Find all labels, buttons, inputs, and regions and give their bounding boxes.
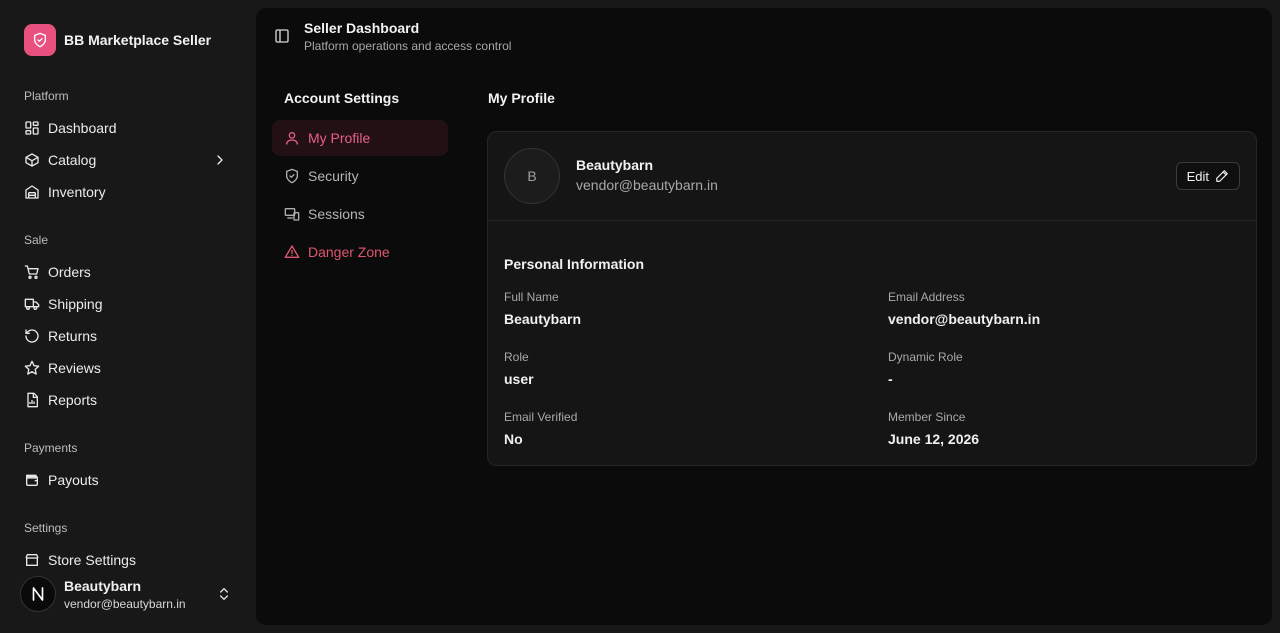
chevrons-up-down-icon: [220, 588, 228, 600]
settings-item-label: My Profile: [308, 130, 371, 146]
user-icon: [286, 132, 298, 145]
edit-button-label: Edit: [1186, 168, 1209, 184]
store-icon: [25, 554, 39, 566]
field-value: vendor@beautybarn.in: [888, 311, 1041, 327]
settings-item-sessions[interactable]: Sessions: [272, 196, 448, 232]
sidebar-item-label: Orders: [48, 264, 91, 280]
sidebar-item-label: Payouts: [48, 472, 99, 488]
sidebar-item-label: Inventory: [48, 184, 106, 200]
sidebar-item-label: Store Settings: [48, 552, 136, 568]
sidebar-item-label: Reviews: [48, 360, 101, 376]
settings-item-security[interactable]: Security: [272, 158, 448, 194]
report-icon: [27, 392, 38, 408]
devices-icon: [284, 208, 300, 221]
field-label: Full Name: [504, 290, 559, 304]
star-icon: [24, 360, 40, 375]
user-email: vendor@beautybarn.in: [64, 596, 186, 611]
shield-check-icon: [24, 24, 56, 56]
sidebar-item-label: Catalog: [48, 152, 97, 168]
pencil-icon: [1216, 170, 1228, 182]
user-menu[interactable]: Beautybarn vendor@beautybarn.in: [16, 570, 240, 618]
field-label: Dynamic Role: [888, 350, 963, 364]
brand-name: BB Marketplace Seller: [64, 32, 212, 48]
shield-icon: [286, 168, 298, 184]
field-value: -: [888, 371, 893, 387]
page-title: Seller Dashboard: [304, 20, 420, 36]
sidebar-item-returns[interactable]: Returns: [16, 322, 240, 350]
account-settings-title: Account Settings: [284, 90, 400, 106]
field-label: Role: [504, 350, 529, 364]
dashboard-icon: [25, 121, 39, 135]
chevron-right-icon: [217, 155, 223, 165]
profile-email: vendor@beautybarn.in: [576, 177, 718, 193]
sidebar: BB Marketplace Seller Platform Dashboard…: [0, 0, 256, 633]
profile-card: B Beautybarn vendor@beautybarn.in Edit P…: [487, 131, 1257, 466]
field-label: Email Verified: [504, 410, 578, 424]
settings-item-label: Security: [308, 168, 359, 184]
main-panel: Seller Dashboard Platform operations and…: [256, 8, 1272, 625]
avatar: [20, 576, 56, 612]
group-title-sale: Sale: [24, 233, 49, 247]
settings-item-label: Danger Zone: [308, 244, 390, 260]
settings-item-my-profile[interactable]: My Profile: [272, 120, 448, 156]
warehouse-icon: [25, 185, 39, 199]
settings-item-label: Sessions: [308, 206, 365, 222]
profile-card-header: B Beautybarn vendor@beautybarn.in Edit: [488, 132, 1256, 221]
rotate-ccw-icon: [25, 329, 39, 343]
brand[interactable]: BB Marketplace Seller: [24, 24, 211, 56]
alert-triangle-icon: [284, 245, 300, 258]
field-value: Beautybarn: [504, 311, 582, 327]
group-title-settings: Settings: [24, 521, 68, 535]
avatar: B: [504, 148, 560, 204]
edit-profile-button[interactable]: Edit: [1175, 162, 1240, 190]
package-icon: [25, 153, 39, 167]
sidebar-item-reviews[interactable]: Reviews: [16, 354, 240, 382]
n-logo-icon: [32, 587, 44, 601]
sidebar-item-label: Returns: [48, 328, 98, 344]
sidebar-item-reports[interactable]: Reports: [16, 386, 240, 414]
sidebar-item-catalog[interactable]: Catalog: [16, 146, 240, 174]
sidebar-item-payouts[interactable]: Payouts: [16, 466, 240, 494]
sidebar-nav[interactable]: Platform Dashboard Catalog Inventory Sal…: [0, 80, 256, 568]
cart-icon: [24, 265, 39, 279]
profile-name: Beautybarn: [576, 157, 654, 173]
wallet-icon: [26, 474, 38, 486]
sidebar-item-inventory[interactable]: Inventory: [16, 178, 240, 206]
sidebar-item-label: Reports: [48, 392, 98, 408]
field-value: user: [504, 371, 534, 387]
section-heading: My Profile: [488, 90, 555, 106]
topbar: Seller Dashboard Platform operations and…: [274, 20, 511, 53]
sidebar-toggle-icon[interactable]: [274, 28, 290, 44]
user-name: Beautybarn: [64, 577, 142, 594]
group-title-payments: Payments: [24, 441, 78, 455]
settings-item-danger-zone[interactable]: Danger Zone: [272, 234, 448, 270]
sidebar-item-shipping[interactable]: Shipping: [16, 290, 240, 318]
page-subtitle: Platform operations and access control: [304, 39, 512, 53]
truck-icon: [24, 298, 40, 310]
sidebar-item-orders[interactable]: Orders: [16, 258, 240, 286]
field-value: No: [504, 431, 523, 447]
sidebar-item-label: Shipping: [48, 296, 103, 312]
sidebar-item-store-settings[interactable]: Store Settings: [16, 546, 240, 568]
sidebar-item-dashboard[interactable]: Dashboard: [16, 114, 240, 142]
group-title-platform: Platform: [24, 89, 69, 103]
sidebar-item-label: Dashboard: [48, 120, 117, 136]
field-label: Email Address: [888, 290, 965, 304]
personal-info-title: Personal Information: [504, 256, 645, 272]
field-label: Member Since: [888, 410, 966, 424]
field-value: June 12, 2026: [888, 431, 980, 447]
